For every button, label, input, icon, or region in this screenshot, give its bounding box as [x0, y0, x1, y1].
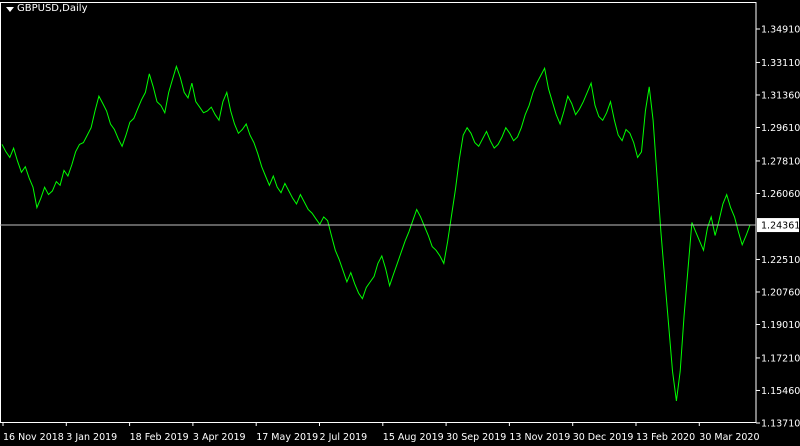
dropdown-triangle-icon[interactable] [6, 6, 14, 12]
time-tick-label: 13 Feb 2020 [636, 432, 695, 443]
time-tick-label: 3 Apr 2019 [193, 432, 246, 443]
price-chart[interactable]: 1.34910 1.33110 1.31360 1.29610 1.27810 1.260… [0, 0, 800, 446]
time-tick-label: 15 Aug 2019 [383, 432, 444, 443]
chart-window[interactable]: 1.34910 1.33110 1.31360 1.29610 1.27810 1.260… [0, 0, 800, 446]
price-tick-label: 1.13710 [761, 419, 800, 430]
time-axis: 16 Nov 2018 3 Jan 2019 18 Feb 2019 3 Apr 20… [2, 422, 760, 443]
price-tick-label: 1.17210 [761, 353, 800, 364]
time-tick-label: 13 Nov 2019 [509, 432, 570, 443]
price-tick-label: 1.33110 [761, 58, 800, 69]
time-tick-label: 30 Sep 2019 [446, 432, 506, 443]
plot-area [0, 2, 757, 423]
price-tick-label: 1.34910 [761, 25, 800, 36]
bid-price-label: 1.24361 [761, 221, 800, 232]
price-tick-label: 1.15460 [761, 386, 800, 397]
bid-price-line: 1.24361 [0, 218, 800, 233]
time-tick-label: 17 May 2019 [256, 432, 318, 443]
time-tick-label: 30 Dec 2019 [573, 432, 634, 443]
chart-frame [0, 2, 757, 423]
time-tick-label: 2 Jul 2019 [320, 432, 368, 443]
price-tick-label: 1.31360 [761, 90, 800, 101]
time-tick-label: 3 Jan 2019 [66, 432, 117, 443]
price-tick-label: 1.22510 [761, 255, 800, 266]
time-tick-label: 16 Nov 2018 [3, 432, 64, 443]
symbol-title[interactable]: GBPUSD,Daily [6, 3, 88, 14]
price-series-line [1, 64, 751, 401]
time-tick-label: 30 Mar 2020 [699, 432, 759, 443]
time-tick-label: 18 Feb 2019 [130, 432, 189, 443]
symbol-title-text: GBPUSD,Daily [17, 3, 88, 14]
price-tick-label: 1.20760 [761, 287, 800, 298]
price-tick-label: 1.26060 [761, 189, 800, 200]
price-tick-label: 1.29610 [761, 123, 800, 134]
price-tick-label: 1.19010 [761, 320, 800, 331]
price-tick-label: 1.27810 [761, 156, 800, 167]
